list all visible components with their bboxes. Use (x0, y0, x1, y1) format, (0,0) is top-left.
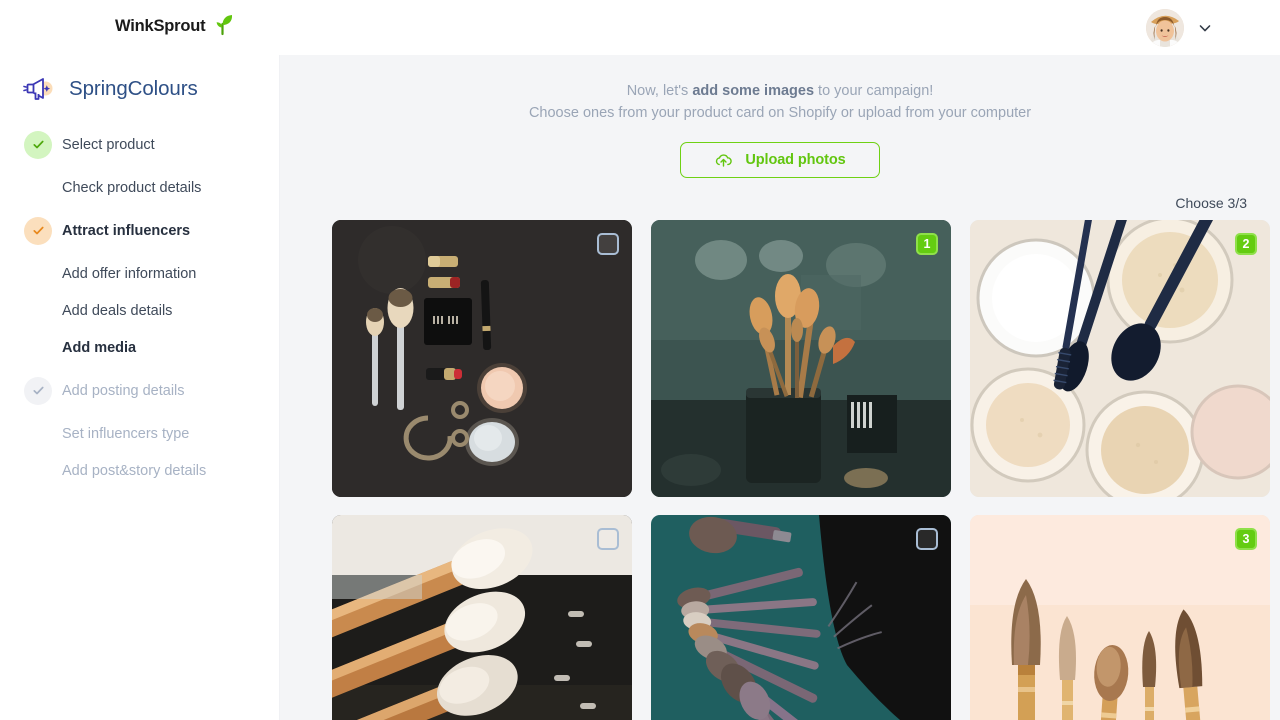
sidebar-item-label: Select product (62, 136, 155, 153)
campaign-title: SpringColours (69, 77, 198, 100)
sidebar-item-add-media[interactable]: Add media (0, 331, 279, 364)
media-card[interactable]: 2 (970, 220, 1270, 497)
select-checkbox[interactable] (916, 528, 938, 550)
step-spacer (24, 174, 52, 202)
sidebar-item-add-post-story-details[interactable]: Add post&story details (0, 454, 279, 487)
choose-counter: Choose 3/3 (1175, 195, 1247, 211)
step-spacer (24, 457, 52, 485)
media-card[interactable]: 1 (651, 220, 951, 497)
media-card[interactable] (332, 220, 632, 497)
selection-badge[interactable]: 1 (916, 233, 938, 255)
sprout-leaf-icon (209, 12, 235, 38)
megaphone-icon (22, 72, 56, 106)
sidebar-item-label: Add post&story details (62, 462, 207, 479)
sidebar-item-label: Attract influencers (62, 222, 191, 239)
chevron-down-icon[interactable] (1198, 21, 1212, 35)
intro-line-1-pre: Now, let's (626, 83, 693, 99)
brand-name: WinkSprout (115, 17, 206, 35)
sidebar-item-label: Add media (62, 339, 137, 356)
sidebar-item-select-product[interactable]: Select product (0, 128, 279, 161)
step-spacer (24, 334, 52, 362)
check-icon (24, 130, 52, 159)
intro-line-1-post: to your campaign! (814, 83, 934, 99)
check-icon (24, 376, 52, 405)
main-content: Now, let's add some images to your campa… (280, 55, 1280, 720)
media-thumbnail (651, 515, 951, 720)
sidebar-item-add-offer-information[interactable]: Add offer information (0, 257, 279, 290)
top-bar: WinkSprout (0, 0, 1280, 55)
media-card[interactable] (651, 515, 951, 720)
profile-menu[interactable] (1146, 9, 1212, 47)
intro-line-1: Now, let's add some images to your campa… (280, 80, 1280, 102)
step-spacer (24, 297, 52, 325)
sidebar-item-add-posting-details[interactable]: Add posting details (0, 374, 279, 407)
media-thumbnail (332, 220, 632, 497)
media-thumbnail (970, 515, 1270, 720)
media-card[interactable]: 3 (970, 515, 1270, 720)
select-checkbox[interactable] (597, 528, 619, 550)
media-card[interactable] (332, 515, 632, 720)
sidebar-item-attract-influencers[interactable]: Attract influencers (0, 214, 279, 247)
sidebar-item-label: Add posting details (62, 382, 185, 399)
media-thumbnail (651, 220, 951, 497)
intro-text: Now, let's add some images to your campa… (280, 55, 1280, 124)
sidebar-item-label: Set influencers type (62, 425, 190, 442)
campaign-header: SpringColours (0, 55, 279, 106)
sidebar-item-check-product-details[interactable]: Check product details (0, 171, 279, 204)
upload-photos-button[interactable]: Upload photos (680, 142, 880, 178)
media-thumbnail (970, 220, 1270, 497)
intro-line-2: Choose ones from your product card on Sh… (528, 105, 1032, 121)
media-thumbnail (332, 515, 632, 720)
sidebar-item-set-influencers-type[interactable]: Set influencers type (0, 417, 279, 450)
intro-line-1-bold: add some images (692, 83, 815, 99)
select-checkbox[interactable] (597, 233, 619, 255)
sidebar: SpringColours Select product Check produ… (0, 55, 280, 720)
sidebar-item-label: Add deals details (62, 302, 173, 319)
brand-logo[interactable]: WinkSprout (115, 15, 235, 38)
image-grid: 1 2 3 (280, 211, 1280, 720)
step-list: Select product Check product details Att… (0, 128, 279, 487)
step-spacer (24, 420, 52, 448)
sidebar-item-label: Add offer information (62, 265, 197, 282)
sidebar-item-add-deals-details[interactable]: Add deals details (0, 294, 279, 327)
step-spacer (24, 260, 52, 288)
sidebar-item-label: Check product details (62, 179, 202, 196)
cloud-upload-icon (714, 151, 733, 170)
upload-photos-label: Upload photos (745, 152, 846, 168)
selection-badge[interactable]: 3 (1235, 528, 1257, 550)
avatar[interactable] (1146, 9, 1184, 47)
check-icon (24, 216, 52, 245)
selection-badge[interactable]: 2 (1235, 233, 1257, 255)
